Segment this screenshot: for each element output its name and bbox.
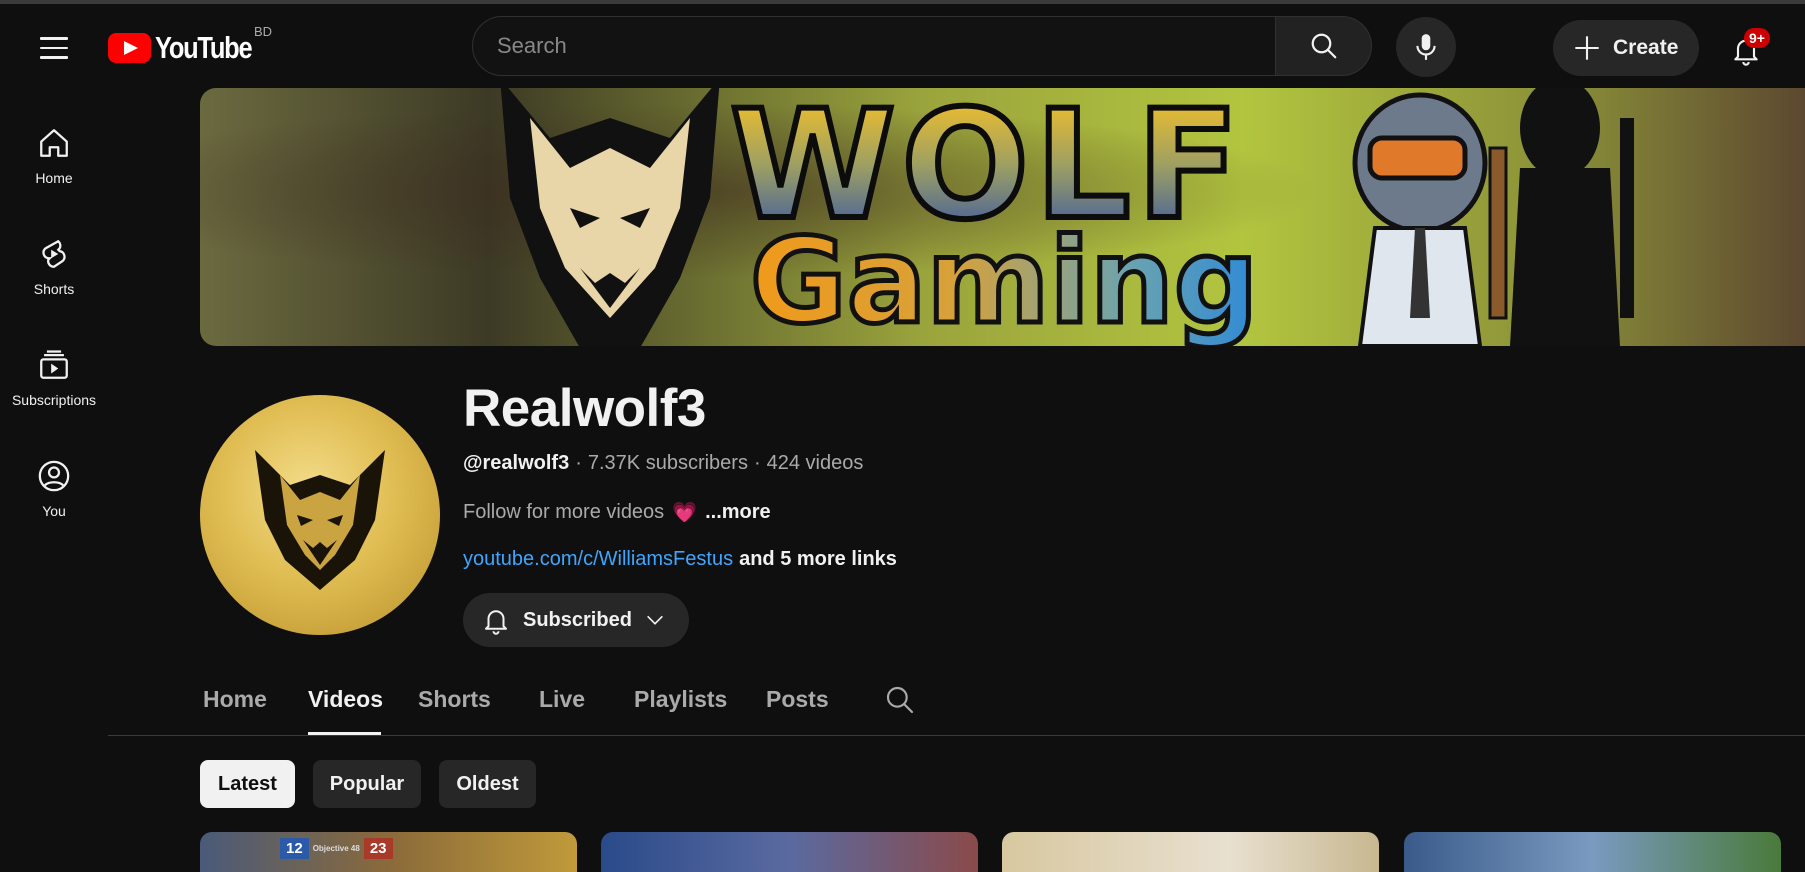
home-icon	[40, 128, 68, 157]
chip-latest[interactable]: Latest	[200, 760, 295, 808]
channel-handle: @realwolf3	[463, 452, 570, 474]
search-box	[472, 16, 1372, 76]
search-icon	[1311, 33, 1336, 59]
channel-search-button[interactable]	[884, 684, 916, 721]
sidebar-item-label: Shorts	[33, 280, 75, 297]
youtube-play-icon	[108, 33, 151, 63]
score-right: 23	[363, 838, 393, 859]
channel-links: youtube.com/c/WilliamsFestus and 5 more …	[463, 548, 897, 571]
sidebar-item-label: Subscriptions	[11, 391, 97, 408]
score-left: 12	[280, 838, 309, 859]
masthead: YouTube BD Create 9+	[0, 4, 1805, 88]
channel-external-link[interactable]: youtube.com/c/WilliamsFestus	[463, 548, 733, 571]
channel-description[interactable]: Follow for more videos 💗 ...more	[463, 500, 771, 525]
tab-live[interactable]: Live	[539, 686, 585, 713]
subscriptions-icon	[40, 349, 68, 379]
heart-emoji: 💗	[672, 502, 698, 524]
wolf-head-illustration	[500, 88, 720, 346]
logo-text: YouTube	[155, 30, 253, 65]
channel-tabs: Home Videos Shorts Live Playlists Posts	[108, 668, 1805, 736]
plus-icon	[1575, 36, 1599, 60]
sidebar-item-subscriptions[interactable]: Subscriptions	[0, 322, 108, 433]
you-icon	[38, 460, 70, 491]
voice-search-button[interactable]	[1396, 17, 1456, 77]
tab-home[interactable]: Home	[203, 686, 267, 713]
channel-meta: @realwolf3 · 7.37K subscribers · 424 vid…	[463, 452, 863, 475]
menu-icon[interactable]	[30, 27, 78, 69]
shorts-icon	[42, 239, 66, 268]
search-icon	[886, 686, 914, 714]
wolf-logo-icon	[255, 450, 385, 590]
search-button[interactable]	[1276, 16, 1372, 76]
tab-playlists[interactable]: Playlists	[634, 686, 727, 713]
youtube-logo[interactable]: YouTube	[108, 30, 273, 66]
active-tab-indicator	[308, 732, 381, 735]
sidebar-item-label: You	[42, 502, 66, 519]
tab-posts[interactable]: Posts	[766, 686, 829, 713]
score-label: Objective 48	[312, 844, 360, 853]
more-links-button[interactable]: and 5 more links	[739, 548, 897, 571]
sidebar-item-label: Home	[35, 169, 73, 186]
chip-oldest[interactable]: Oldest	[439, 760, 536, 808]
tab-videos[interactable]: Videos	[308, 686, 383, 713]
channel-avatar[interactable]	[200, 395, 440, 635]
sidebar-item-you[interactable]: You	[0, 433, 108, 544]
subscribed-button[interactable]: Subscribed	[463, 593, 689, 647]
tab-shorts[interactable]: Shorts	[418, 686, 491, 713]
channel-name: Realwolf3	[463, 379, 706, 438]
subscriber-count: 7.37K subscribers	[587, 452, 748, 474]
chip-popular[interactable]: Popular	[313, 760, 421, 808]
chevron-down-icon	[647, 615, 663, 625]
country-code: BD	[254, 24, 273, 39]
meta-separator: ·	[753, 452, 761, 474]
thumbnail-score-overlay: 12 Objective 48 23	[280, 838, 393, 859]
search-input[interactable]	[472, 16, 1276, 76]
create-label: Create	[1613, 36, 1679, 59]
meta-separator: ·	[575, 452, 582, 474]
video-thumbnail[interactable]	[1404, 832, 1781, 872]
more-link[interactable]: ...more	[705, 501, 771, 524]
video-thumbnail[interactable]	[1002, 832, 1379, 872]
subscribed-label: Subscribed	[523, 608, 632, 631]
microphone-icon	[1416, 34, 1436, 60]
guide-sidebar: Home Shorts Subscriptions You	[0, 100, 108, 544]
sidebar-item-shorts[interactable]: Shorts	[0, 211, 108, 322]
banner-subtitle: Gaming	[747, 212, 1260, 347]
video-thumbnail[interactable]	[601, 832, 978, 872]
notification-badge: 9+	[1744, 28, 1770, 48]
channel-banner: WOLF Gaming	[200, 88, 1805, 346]
bell-icon	[485, 610, 507, 635]
video-thumbnail[interactable]: 12 Objective 48 23	[200, 832, 577, 872]
video-count: 424 videos	[766, 452, 864, 474]
create-button[interactable]: Create	[1553, 20, 1699, 76]
sidebar-item-home[interactable]: Home	[0, 100, 108, 211]
description-text: Follow for more videos	[463, 501, 665, 523]
shadow-figure-illustration	[1510, 88, 1634, 346]
